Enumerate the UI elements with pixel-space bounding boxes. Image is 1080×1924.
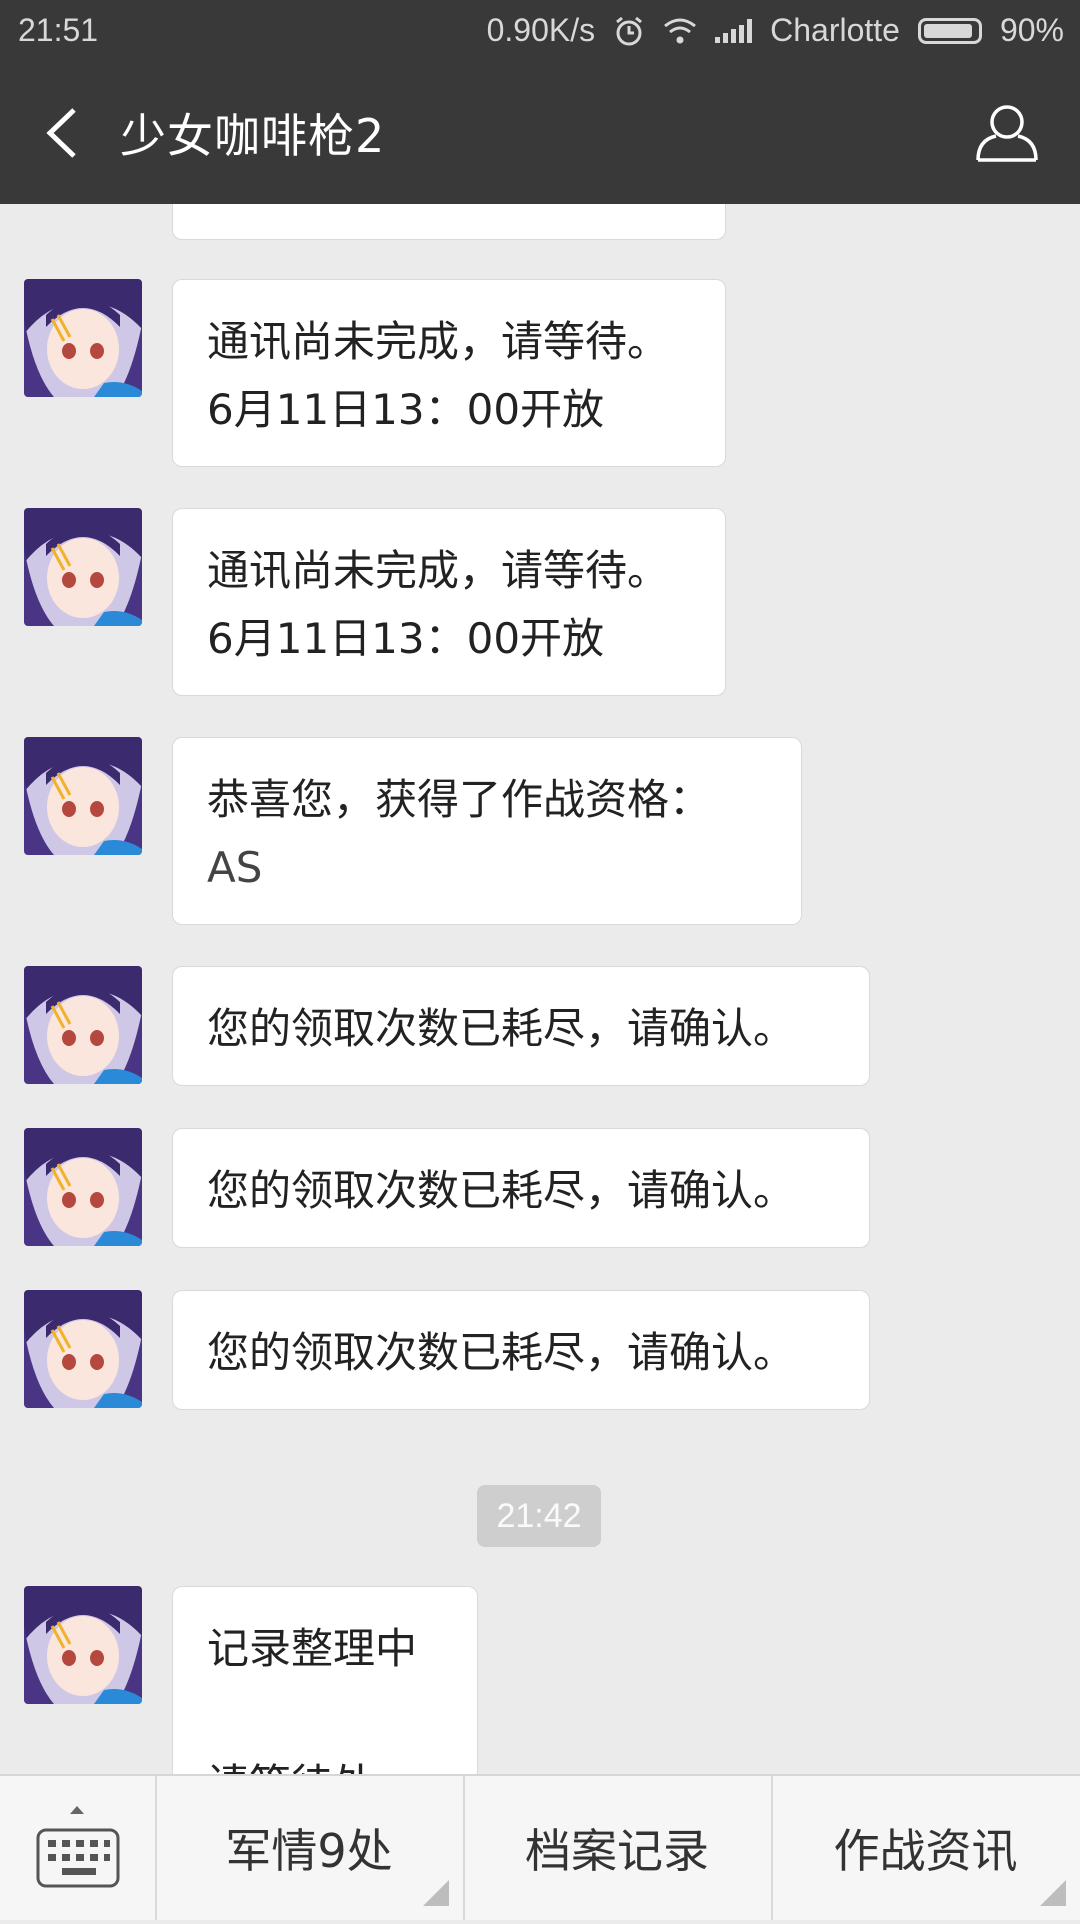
- message-line: 您的领取次数已耗尽，请确认。: [207, 1004, 796, 1053]
- message-line: AS: [207, 843, 263, 892]
- submenu-corner-icon: [423, 1880, 449, 1906]
- message-line: 通讯尚未完成，请等待。: [207, 546, 670, 595]
- menu-item-intel[interactable]: 军情9处: [155, 1776, 465, 1920]
- message-bubble: 您的领取次数已耗尽，请确认。: [172, 1290, 870, 1410]
- avatar[interactable]: [24, 508, 142, 626]
- message-bubble: 您的领取次数已耗尽，请确认。: [172, 1128, 870, 1248]
- menu-item-label: 军情9处: [225, 1824, 393, 1878]
- avatar[interactable]: [24, 1128, 142, 1246]
- profile-icon[interactable]: [974, 100, 1040, 166]
- menu-item-label: 作战资讯: [833, 1824, 1018, 1878]
- submenu-corner-icon: [1040, 1880, 1066, 1906]
- menu-item-archive[interactable]: 档案记录: [463, 1776, 773, 1920]
- network-speed: 0.90K/s: [486, 12, 596, 48]
- alarm-icon: [616, 16, 643, 45]
- message-bubble: 通讯尚未完成，请等待。 6月11日13：00开放: [172, 508, 726, 696]
- wifi-icon: [664, 18, 697, 43]
- message-bubble: 恭喜您，获得了作战资格： AS: [172, 737, 802, 925]
- message-bubble: 您的领取次数已耗尽，请确认。: [172, 966, 870, 1086]
- message-line: 通讯尚未完成，请等待。: [207, 317, 670, 366]
- chat-header: 少女咖啡枪2: [0, 62, 1080, 204]
- message-line: 您的领取次数已耗尽，请确认。: [207, 1166, 796, 1215]
- bottom-menu: 军情9处 档案记录 作战资讯: [0, 1774, 1080, 1920]
- timestamp-divider: 21:42: [477, 1485, 601, 1547]
- menu-item-label: 档案记录: [525, 1824, 709, 1878]
- avatar[interactable]: [24, 737, 142, 855]
- keyboard-icon: [36, 1806, 120, 1888]
- avatar[interactable]: [24, 1290, 142, 1408]
- page-title: 少女咖啡枪2: [120, 109, 386, 163]
- menu-item-battle-news[interactable]: 作战资讯: [771, 1776, 1080, 1920]
- message-bubble: [172, 204, 726, 240]
- back-arrow-icon[interactable]: [30, 98, 100, 168]
- avatar[interactable]: [24, 279, 142, 397]
- signal-icon: [715, 18, 753, 43]
- message-line: 您的领取次数已耗尽，请确认。: [207, 1328, 796, 1377]
- status-right: 0.90K/s Charlotte 90%: [487, 12, 1064, 49]
- chat-area[interactable]: 通讯尚未完成，请等待。 6月11日13：00开放 通讯尚未完成，请等待。 6月1…: [0, 204, 1080, 1774]
- message-line: 记录整理中: [207, 1624, 418, 1673]
- avatar[interactable]: [24, 966, 142, 1084]
- status-bar: 21:51 0.90K/s Charlotte 90%: [0, 0, 1080, 62]
- message-line: 请等待处: [207, 1751, 445, 1774]
- status-time: 21:51: [18, 12, 99, 48]
- keyboard-toggle-button[interactable]: [0, 1776, 157, 1920]
- message-bubble: 通讯尚未完成，请等待。 6月11日13：00开放: [172, 279, 726, 467]
- carrier-name: Charlotte: [770, 12, 900, 48]
- message-line: [207, 1683, 445, 1751]
- battery-icon: [917, 17, 982, 44]
- message-line: 6月11日13：00开放: [207, 614, 605, 663]
- message-line: 6月11日13：00开放: [207, 385, 605, 434]
- message-line: 恭喜您，获得了作战资格：: [207, 775, 712, 824]
- message-bubble: 记录整理中 请等待处: [172, 1586, 478, 1774]
- battery-level: 90%: [999, 12, 1064, 48]
- avatar[interactable]: [24, 1586, 142, 1704]
